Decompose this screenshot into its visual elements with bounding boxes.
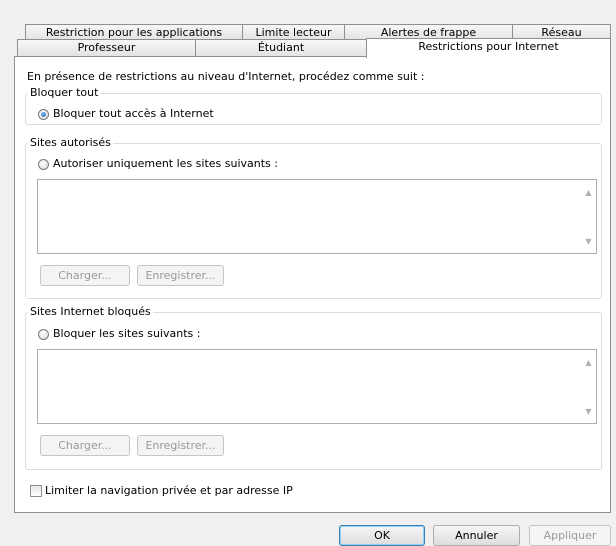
allowed-sites-list[interactable]: ▲ ▼ bbox=[37, 179, 597, 254]
internet-restrictions-panel: En présence de restrictions au niveau d'… bbox=[14, 56, 611, 513]
allowed-sites-radio[interactable] bbox=[38, 159, 49, 170]
private-browsing-checkbox[interactable] bbox=[30, 485, 42, 497]
scroll-down-arrow-icon[interactable]: ▼ bbox=[584, 407, 593, 416]
scroll-up-arrow-icon[interactable]: ▲ bbox=[584, 188, 593, 197]
blocked-sites-load-button[interactable]: Charger... bbox=[40, 435, 130, 456]
tab-application-restrictions[interactable]: Restriction pour les applications bbox=[25, 24, 243, 40]
allowed-sites-save-button[interactable]: Enregistrer... bbox=[137, 265, 224, 286]
apply-button[interactable]: Appliquer bbox=[529, 525, 611, 546]
block-all-radio-label[interactable]: Bloquer tout accès à Internet bbox=[53, 107, 214, 121]
block-all-legend: Bloquer tout bbox=[28, 86, 101, 99]
scroll-up-arrow-icon[interactable]: ▲ bbox=[584, 358, 593, 367]
ok-button[interactable]: OK bbox=[339, 525, 425, 546]
allowed-sites-load-button[interactable]: Charger... bbox=[40, 265, 130, 286]
tab-drive-limit[interactable]: Limite lecteur bbox=[242, 24, 345, 40]
private-browsing-label[interactable]: Limiter la navigation privée et par adre… bbox=[45, 484, 293, 498]
allowed-sites-radio-label[interactable]: Autoriser uniquement les sites suivants … bbox=[53, 157, 278, 171]
tab-teacher[interactable]: Professeur bbox=[17, 39, 196, 56]
tab-student[interactable]: Étudiant bbox=[195, 39, 367, 56]
blocked-sites-save-button[interactable]: Enregistrer... bbox=[137, 435, 224, 456]
blocked-sites-radio[interactable] bbox=[38, 329, 49, 340]
scroll-down-arrow-icon[interactable]: ▼ bbox=[584, 237, 593, 246]
tab-internet-restrictions[interactable]: Restrictions pour Internet bbox=[366, 38, 611, 58]
blocked-sites-legend: Sites Internet bloqués bbox=[28, 305, 153, 318]
restrictions-dialog: Restriction pour les applications Limite… bbox=[0, 0, 616, 546]
blocked-sites-radio-label[interactable]: Bloquer les sites suivants : bbox=[53, 327, 200, 341]
cancel-button[interactable]: Annuler bbox=[433, 525, 520, 546]
blocked-sites-list[interactable]: ▲ ▼ bbox=[37, 349, 597, 424]
allowed-sites-legend: Sites autorisés bbox=[28, 136, 113, 149]
intro-text: En présence de restrictions au niveau d'… bbox=[27, 70, 425, 83]
block-all-radio[interactable] bbox=[38, 109, 49, 120]
